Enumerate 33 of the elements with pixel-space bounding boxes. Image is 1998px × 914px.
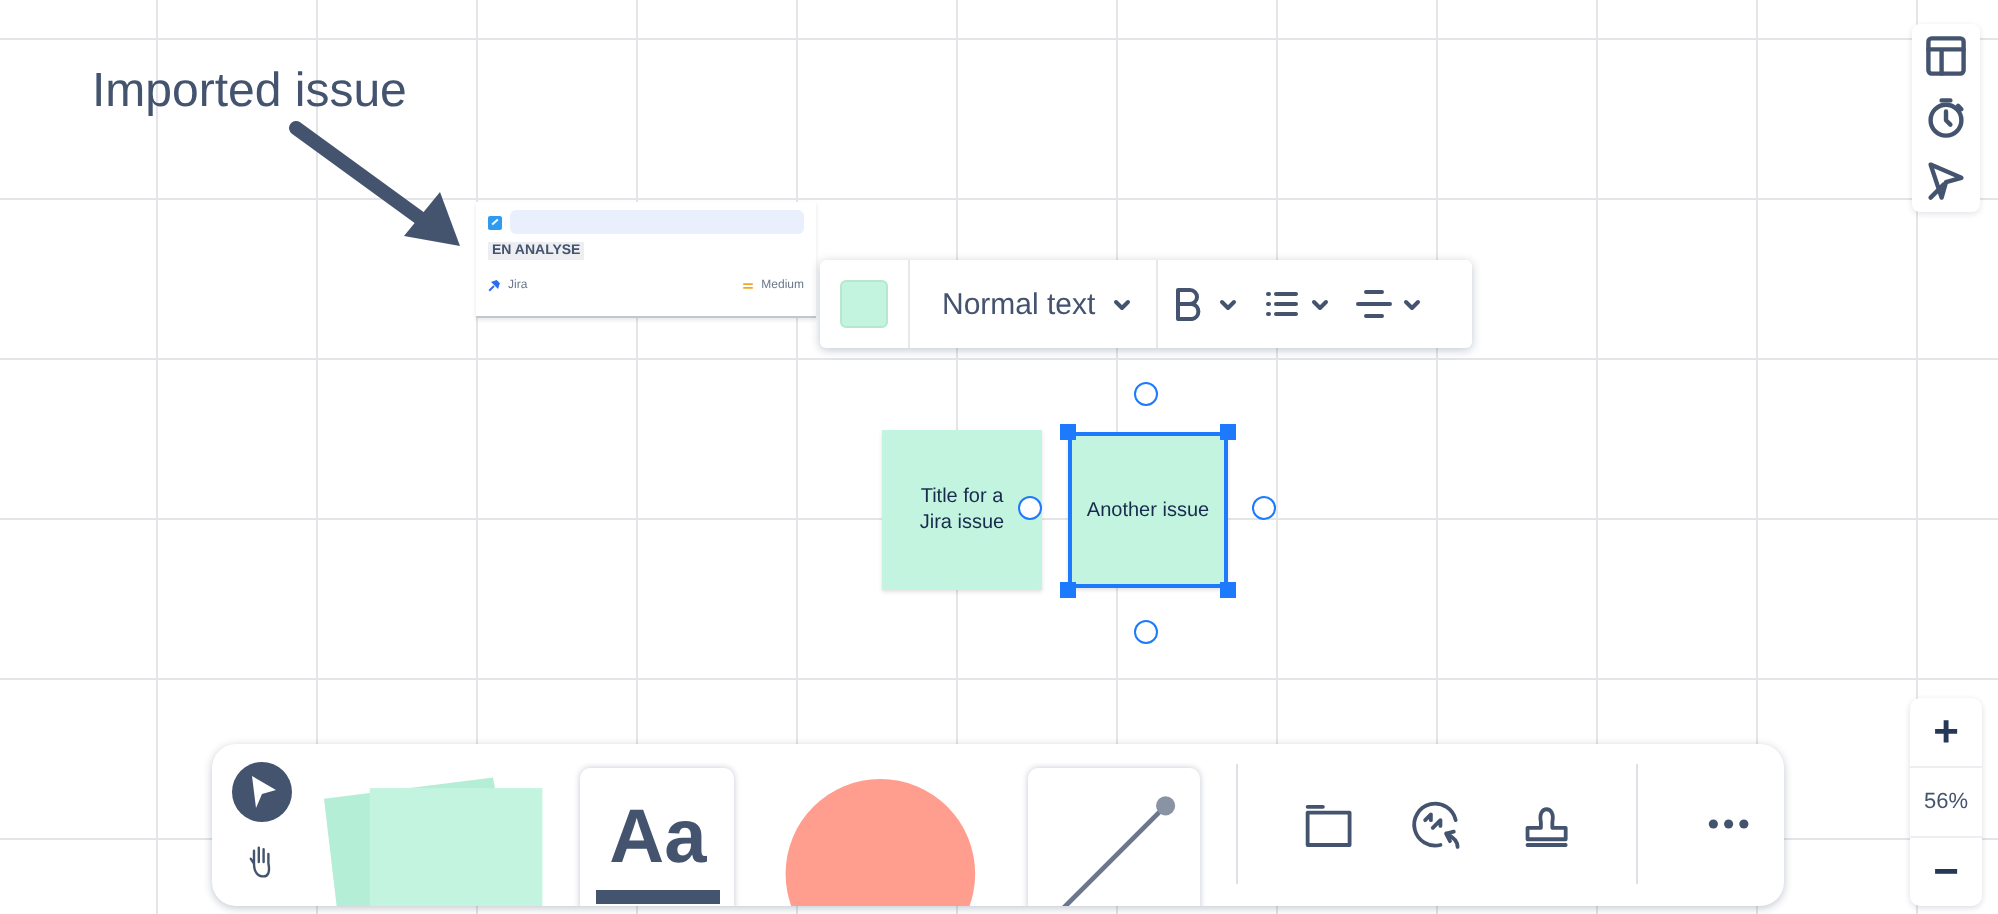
underline-bar (595, 890, 720, 904)
annotation-text: Imported issue (92, 64, 407, 120)
layout-icon[interactable] (1924, 33, 1968, 78)
chevron-icon (1401, 294, 1422, 314)
chevron-icon (1217, 294, 1238, 314)
sticky-text: Another issue (1086, 497, 1210, 523)
line-tool[interactable] (1027, 768, 1200, 906)
connector-handle[interactable] (1134, 382, 1158, 406)
connector-handle[interactable] (1252, 496, 1276, 520)
sticky-note[interactable]: Another issue (1068, 432, 1228, 588)
checkbox-icon (488, 215, 502, 229)
resize-handle[interactable] (1220, 424, 1236, 440)
chevron-icon (1111, 294, 1132, 314)
zoom-level: 56% (1910, 766, 1982, 838)
color-swatch[interactable] (840, 280, 888, 328)
pointer-tool-icon[interactable] (232, 762, 292, 822)
resize-handle[interactable] (1060, 424, 1076, 440)
sticky-text: Title for a Jira issue (917, 484, 1007, 536)
send-icon[interactable] (1924, 158, 1968, 203)
priority-icon (741, 280, 754, 292)
connector-handle[interactable] (1134, 620, 1158, 644)
text-tool[interactable]: Aa (580, 768, 735, 906)
text-glyph: Aa (609, 798, 707, 878)
strikethrough-icon (1353, 284, 1394, 324)
sticky-note[interactable]: Title for a Jira issue (882, 430, 1042, 590)
zoom-in-button[interactable]: + (1910, 698, 1982, 766)
zoom-out-button[interactable]: − (1910, 838, 1982, 906)
pin-icon (488, 280, 500, 292)
chevron-icon (1309, 294, 1330, 314)
resize-handle[interactable] (1220, 582, 1236, 598)
timer-icon[interactable] (1924, 95, 1968, 140)
text-style-dropdown[interactable]: Normal text (910, 270, 1156, 338)
resize-handle[interactable] (1060, 582, 1076, 598)
